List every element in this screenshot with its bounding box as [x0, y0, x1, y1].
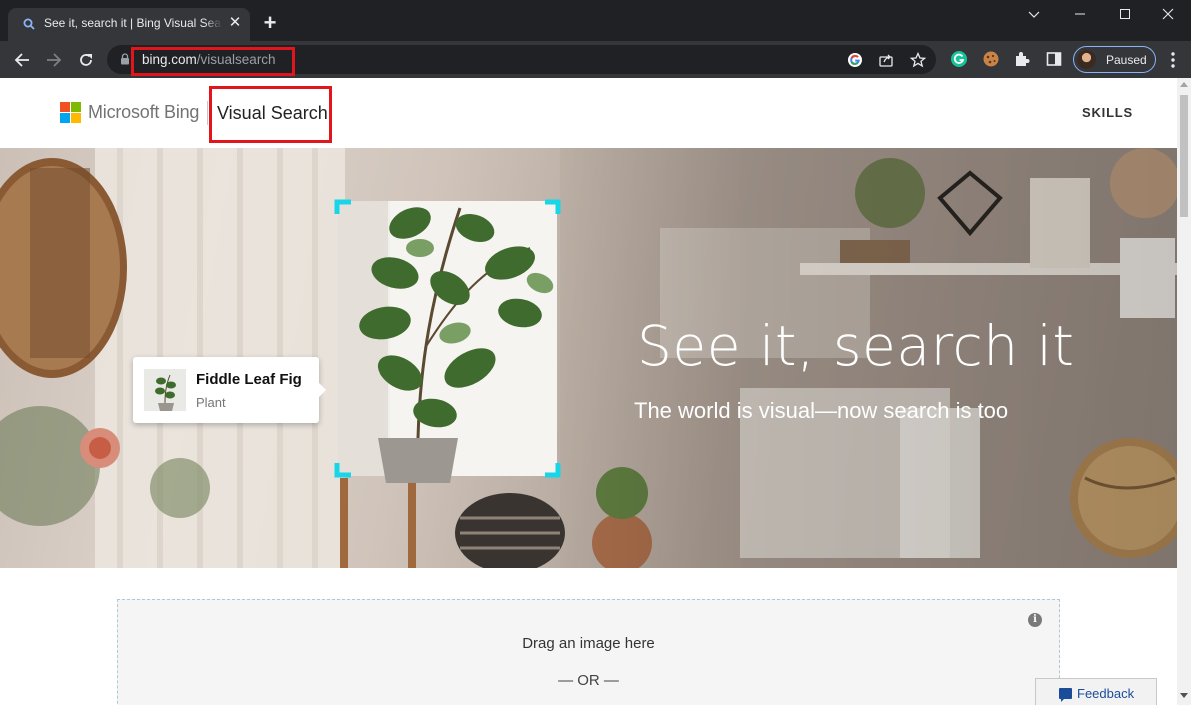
arrow-left-icon — [14, 53, 29, 67]
result-title: Fiddle Leaf Fig — [196, 371, 302, 388]
tab-search-button[interactable] — [1011, 0, 1057, 28]
arrow-right-icon — [47, 53, 62, 67]
image-drop-zone[interactable]: i Drag an image here — OR — — [117, 599, 1060, 705]
bookmark-star-icon[interactable] — [910, 52, 926, 68]
browser-tab-strip: See it, search it | Bing Visual Sear ✕ + — [0, 0, 1191, 41]
new-tab-button[interactable]: + — [259, 12, 281, 34]
avatar — [1077, 50, 1096, 69]
chat-bubble-icon — [1059, 688, 1072, 702]
forward-button[interactable] — [42, 48, 66, 72]
close-window-button[interactable] — [1145, 0, 1191, 28]
chevron-down-icon — [1028, 11, 1040, 18]
hero-banner: Fiddle Leaf Fig Plant See it, search it … — [0, 148, 1177, 568]
tab-title: See it, search it | Bing Visual Sear — [44, 16, 222, 30]
hero-subtitle: The world is visual—now search is too — [634, 398, 1009, 423]
site-header: Microsoft Bing Visual Search SKILLS — [0, 78, 1177, 148]
scroll-down-arrow-icon[interactable] — [1180, 693, 1188, 698]
google-lens-icon[interactable] — [847, 52, 863, 68]
reload-button[interactable] — [74, 48, 98, 72]
browser-tab[interactable]: See it, search it | Bing Visual Sear ✕ — [8, 8, 250, 41]
profile-status-label: Paused — [1106, 53, 1147, 67]
side-panel-icon[interactable] — [1045, 50, 1063, 68]
scroll-up-arrow-icon[interactable] — [1180, 82, 1188, 87]
plant-thumbnail — [144, 369, 186, 411]
result-card[interactable]: Fiddle Leaf Fig Plant — [133, 357, 326, 423]
microsoft-logo-icon[interactable] — [60, 102, 81, 123]
feedback-label: Feedback — [1077, 686, 1135, 701]
scrollbar-thumb[interactable] — [1180, 95, 1188, 217]
product-name[interactable]: Visual Search — [217, 103, 328, 124]
close-tab-icon[interactable]: ✕ — [226, 14, 244, 32]
search-icon — [23, 18, 35, 30]
extensions-puzzle-icon[interactable] — [1013, 50, 1031, 68]
grammarly-icon[interactable] — [950, 50, 968, 68]
result-category: Plant — [196, 395, 226, 410]
feedback-button[interactable]: Feedback — [1035, 678, 1157, 705]
address-bar[interactable]: bing.com/visualsearch — [107, 45, 936, 76]
browser-toolbar: bing.com/visualsearch Paused — [0, 41, 1191, 78]
brand-name[interactable]: Microsoft Bing — [88, 102, 199, 123]
more-options-icon[interactable] — [1163, 50, 1183, 70]
or-divider: — OR — — [558, 672, 619, 689]
web-page: Microsoft Bing Visual Search SKILLS Fidd… — [0, 78, 1177, 705]
reload-icon — [80, 54, 92, 66]
lock-icon — [121, 53, 129, 65]
info-icon[interactable]: i — [1028, 613, 1042, 627]
brand-divider — [207, 101, 208, 125]
page-scrollbar[interactable] — [1177, 78, 1191, 705]
hero-title: See it, search it — [637, 314, 1075, 378]
cookie-extension-icon[interactable] — [982, 50, 1000, 68]
back-button[interactable] — [10, 48, 34, 72]
maximize-icon — [1120, 9, 1130, 19]
drag-image-label: Drag an image here — [522, 635, 655, 652]
close-icon — [1162, 8, 1174, 20]
profile-button[interactable]: Paused — [1073, 46, 1156, 73]
maximize-button[interactable] — [1102, 0, 1148, 28]
skills-link[interactable]: SKILLS — [1082, 105, 1133, 120]
url-text[interactable]: bing.com/visualsearch — [142, 52, 276, 67]
url-path: /visualsearch — [196, 52, 276, 67]
minimize-button[interactable] — [1057, 0, 1103, 28]
share-icon[interactable] — [878, 52, 894, 68]
minimize-icon — [1075, 13, 1085, 15]
url-domain: bing.com — [142, 52, 197, 67]
